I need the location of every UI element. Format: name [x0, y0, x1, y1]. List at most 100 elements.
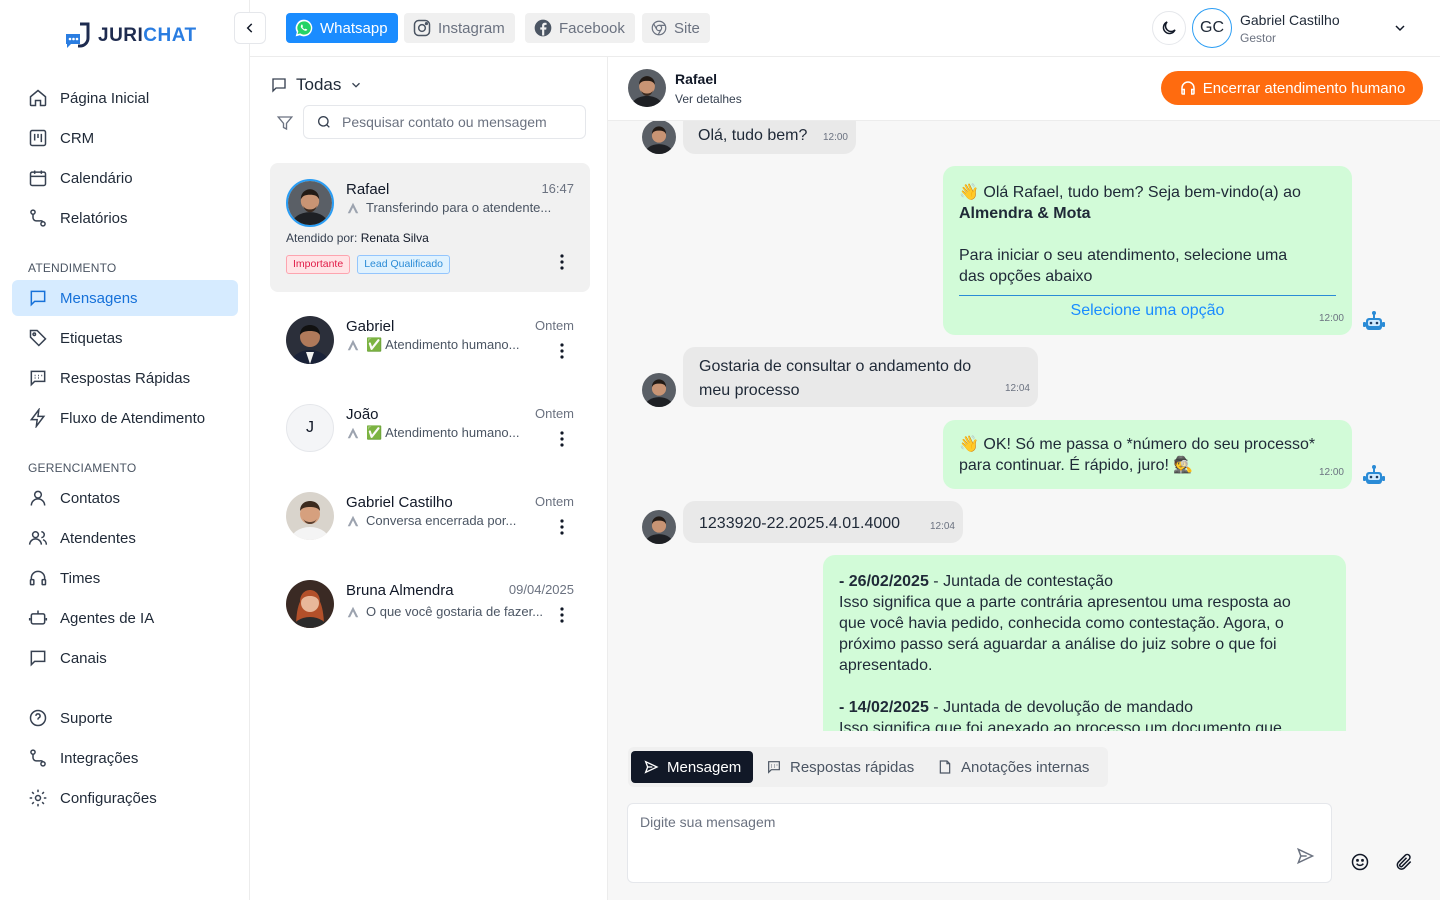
- channel-tab-site[interactable]: Site: [642, 13, 710, 43]
- attach-button[interactable]: [1394, 852, 1414, 872]
- user-name[interactable]: Gabriel Castilho: [1240, 12, 1340, 28]
- conversation-item-gabriel[interactable]: Gabriel Ontem ✅ Atendimento humano...: [270, 301, 590, 381]
- sidebar-item-label: Calendário: [60, 169, 133, 187]
- sidebar-item-fluxo-de-atendimento[interactable]: Fluxo de Atendimento: [12, 400, 238, 436]
- select-option-button[interactable]: Selecione uma opção: [959, 295, 1336, 321]
- tab-mensagem[interactable]: Mensagem: [631, 751, 754, 783]
- conversation-preview: O que você gostaria de fazer...: [346, 604, 543, 619]
- user-menu-chevron-icon[interactable]: [1392, 20, 1408, 36]
- sidebar-item-suporte[interactable]: Suporte: [12, 700, 238, 736]
- tag-importante[interactable]: Importante: [286, 255, 351, 274]
- sidebar-item-pagina-inicial[interactable]: Página Inicial: [12, 80, 238, 116]
- channel-mark-icon: [346, 605, 360, 619]
- conversation-item-gabriel-castilho[interactable]: Gabriel Castilho Ontem Conversa encerrad…: [270, 477, 590, 557]
- message-bubble-incoming: Olá, tudo bem? 12:00: [683, 121, 856, 154]
- topbar: Whatsapp Instagram Facebook Site GC Gabr…: [234, 0, 1440, 57]
- channel-tab-instagram[interactable]: Instagram: [404, 13, 515, 43]
- conversation-item-rafael[interactable]: Rafael 16:47 Transferindo para o atenden…: [270, 163, 590, 292]
- conversation-time: 09/04/2025: [508, 582, 574, 597]
- conversation-preview: ✅ Atendimento humano...: [346, 337, 520, 353]
- moon-icon: [1160, 19, 1178, 37]
- conversation-filter-dropdown[interactable]: Todas: [270, 75, 363, 95]
- attended-by: Atendido por: Renata Silva: [286, 231, 429, 245]
- crm-board-icon: [28, 128, 48, 148]
- more-options-icon[interactable]: [560, 519, 564, 535]
- sidebar-item-integracoes[interactable]: Integrações: [12, 740, 238, 776]
- conversation-name: Bruna Almendra: [346, 582, 454, 599]
- user-avatar[interactable]: GC: [1192, 8, 1232, 48]
- sidebar-item-etiquetas[interactable]: Etiquetas: [12, 320, 238, 356]
- avatar: [286, 492, 334, 540]
- note-icon: [937, 759, 953, 775]
- sidebar-item-calendario[interactable]: Calendário: [12, 160, 238, 196]
- conversation-preview: Conversa encerrada por...: [346, 513, 516, 528]
- message-input[interactable]: [640, 814, 1280, 874]
- end-human-service-button[interactable]: Encerrar atendimento humano: [1161, 71, 1423, 105]
- section-atendimento: ATENDIMENTO: [28, 261, 117, 275]
- logo[interactable]: JURICHAT: [64, 22, 197, 50]
- search-input[interactable]: [342, 114, 547, 130]
- sidebar-item-mensagens[interactable]: Mensagens: [12, 280, 238, 316]
- channel-mark-icon: [346, 338, 360, 352]
- view-details-link[interactable]: Ver detalhes: [675, 92, 742, 106]
- more-options-icon[interactable]: [560, 254, 564, 270]
- help-icon: [28, 708, 48, 728]
- channel-tab-facebook[interactable]: Facebook: [525, 13, 635, 43]
- sidebar-item-label: CRM: [60, 129, 95, 147]
- channel-icon: [28, 648, 48, 668]
- sidebar-item-crm[interactable]: CRM: [12, 120, 238, 156]
- sidebar-item-times[interactable]: Times: [12, 560, 238, 596]
- channel-label: Whatsapp: [320, 19, 388, 37]
- conversation-time: Ontem: [534, 318, 574, 333]
- more-options-icon[interactable]: [560, 607, 564, 623]
- send-button[interactable]: [1295, 846, 1315, 866]
- more-options-icon[interactable]: [560, 431, 564, 447]
- quick-reply-icon: [766, 759, 782, 775]
- sidebar-item-contatos[interactable]: Contatos: [12, 480, 238, 516]
- filter-label: Todas: [296, 75, 342, 94]
- sidebar-item-label: Agentes de IA: [60, 609, 155, 627]
- sidebar-item-canais[interactable]: Canais: [12, 640, 238, 676]
- emoji-icon: [1350, 852, 1370, 872]
- user-icon: [28, 488, 48, 508]
- bot-icon: [28, 608, 48, 628]
- tag-lead-qualificado[interactable]: Lead Qualificado: [357, 255, 451, 274]
- message-composer: [627, 803, 1332, 883]
- conversation-name: Gabriel: [346, 318, 395, 335]
- home-icon: [28, 88, 48, 108]
- filter-icon[interactable]: [276, 114, 294, 132]
- gear-icon: [28, 788, 48, 808]
- conversation-item-joao[interactable]: J João Ontem ✅ Atendimento humano...: [270, 389, 590, 469]
- tab-anotacoes-internas[interactable]: Anotações internas: [925, 751, 1101, 783]
- collapse-sidebar-button[interactable]: [234, 12, 266, 44]
- sidebar-item-agentes-de-ia[interactable]: Agentes de IA: [12, 600, 238, 636]
- message-icon: [270, 76, 288, 94]
- conversation-preview: Transferindo para o atendente...: [346, 200, 551, 215]
- tag-list: Importante Lead Qualificado: [286, 255, 451, 274]
- emoji-button[interactable]: [1350, 852, 1370, 872]
- sidebar-item-respostas-rapidas[interactable]: Respostas Rápidas: [12, 360, 238, 396]
- contact-avatar[interactable]: [628, 69, 666, 107]
- message-time: 12:04: [1004, 383, 1030, 394]
- facebook-icon: [533, 18, 553, 38]
- headset-icon: [1179, 79, 1197, 97]
- message-list: Olá, tudo bem? 12:00 👋 Olá Rafael, tudo …: [608, 121, 1440, 731]
- route-icon: [28, 208, 48, 228]
- sidebar-item-configuracoes[interactable]: Configurações: [12, 780, 238, 816]
- theme-toggle-button[interactable]: [1152, 11, 1186, 45]
- paperclip-icon: [1394, 852, 1414, 872]
- tab-respostas-rapidas[interactable]: Respostas rápidas: [754, 751, 926, 783]
- sidebar-item-label: Mensagens: [60, 289, 138, 307]
- logo-icon: [64, 22, 92, 50]
- more-options-icon[interactable]: [560, 343, 564, 359]
- conversation-name: Gabriel Castilho: [346, 494, 453, 511]
- sidebar: JURICHAT Página Inicial CRM Calendário R…: [0, 0, 250, 900]
- chevron-left-icon: [243, 21, 257, 35]
- chevron-down-icon: [349, 78, 363, 92]
- sidebar-item-atendentes[interactable]: Atendentes: [12, 520, 238, 556]
- avatar: [286, 316, 334, 364]
- conversation-item-bruna-almendra[interactable]: Bruna Almendra 09/04/2025 O que você gos…: [270, 565, 590, 645]
- sidebar-item-relatorios[interactable]: Relatórios: [12, 200, 238, 236]
- channel-tab-whatsapp[interactable]: Whatsapp: [286, 13, 398, 43]
- sidebar-item-label: Página Inicial: [60, 89, 150, 107]
